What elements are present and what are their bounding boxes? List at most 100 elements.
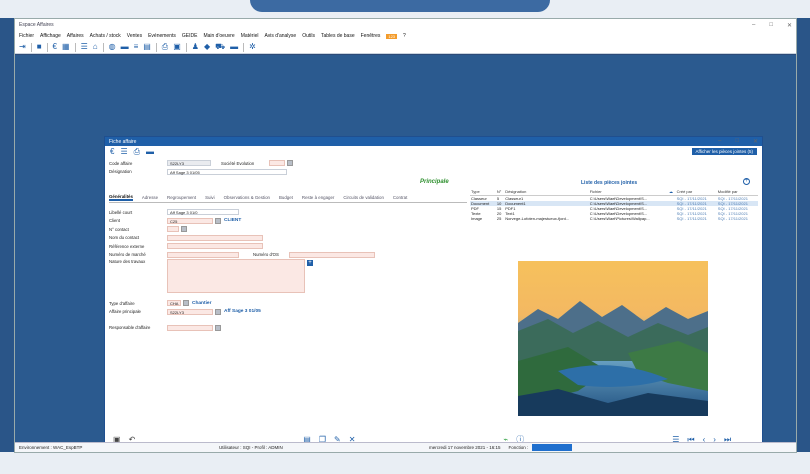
- attachment-preview-image: [518, 261, 708, 416]
- menu-badge[interactable]: 123: [386, 33, 398, 39]
- tab-circuits-validation[interactable]: Circuits de validation: [343, 195, 384, 200]
- calendar-icon[interactable]: ▦: [62, 42, 70, 52]
- add-icon[interactable]: +: [307, 260, 313, 266]
- tab-budget[interactable]: Budget: [279, 195, 293, 200]
- exit-icon[interactable]: ⇥: [19, 42, 26, 52]
- client-link[interactable]: CLIENT: [224, 218, 241, 223]
- menu-geide[interactable]: GEIDE: [182, 33, 198, 39]
- clipboard-icon[interactable]: ▣: [173, 42, 181, 52]
- contact-num-row: N° contact: [109, 225, 459, 233]
- app-title: Espace Affaires: [19, 22, 54, 28]
- list-icon[interactable]: ☰: [81, 42, 88, 52]
- ref-label: Référence externe: [109, 243, 145, 249]
- menu-main-oeuvre[interactable]: Main d'oeuvre: [203, 33, 234, 39]
- users-icon[interactable]: ♟: [192, 42, 199, 52]
- stats-icon[interactable]: ≡: [134, 42, 139, 52]
- societe-field[interactable]: [269, 160, 285, 166]
- responsable-lookup-icon[interactable]: [215, 324, 221, 331]
- maximize-button[interactable]: □: [769, 22, 773, 29]
- menu-tables-base[interactable]: Tables de base: [321, 33, 355, 39]
- societe-lookup-icon[interactable]: [287, 160, 293, 166]
- menu-ventes[interactable]: Ventes: [127, 33, 142, 39]
- add-attachment-icon[interactable]: +: [743, 178, 750, 185]
- settings-icon[interactable]: ✲: [249, 42, 256, 52]
- menu-outils[interactable]: Outils: [302, 33, 315, 39]
- type-field[interactable]: CHA: [167, 300, 181, 306]
- fiche-maximize-button[interactable]: □: [735, 138, 739, 145]
- contact-name-field[interactable]: [167, 234, 263, 241]
- nature-label: Nature des travaux: [109, 259, 146, 264]
- nature-field[interactable]: +: [167, 259, 313, 293]
- tab-adresse[interactable]: Adresse: [142, 195, 158, 200]
- type-link[interactable]: Chantier: [192, 301, 211, 306]
- client-field[interactable]: C25: [167, 217, 213, 224]
- tab-regroupement[interactable]: Regroupement: [167, 195, 196, 200]
- app-window: Espace Affaires – □ ✕ Fichier Affichage …: [14, 18, 797, 453]
- workspace: Fiche affaire – □ ✕ € ☰ ⎙ ▬ Afficher les…: [15, 55, 796, 447]
- bank-icon[interactable]: ⌂: [93, 42, 98, 52]
- affaire-principale-link[interactable]: Aff Sage 3 01/05: [224, 309, 261, 314]
- modified-cell: SQI - 17/11/2021: [717, 215, 748, 221]
- libelle-field[interactable]: Aff Sage 3 01/0: [167, 209, 239, 215]
- menu-avis-analyse[interactable]: Avis d'analyse: [264, 33, 296, 39]
- responsable-field[interactable]: [167, 324, 213, 331]
- menu-achats-stock[interactable]: Achats / stock: [90, 33, 121, 39]
- close-button[interactable]: ✕: [787, 22, 792, 29]
- toolbar-separator: [102, 42, 104, 52]
- print-icon[interactable]: ⎙: [162, 42, 168, 52]
- briefcase-icon[interactable]: ■: [37, 42, 42, 52]
- libelle-row: Libellé court Aff Sage 3 01/0: [109, 208, 459, 216]
- folder-icon[interactable]: ▬: [230, 42, 238, 52]
- contact-lookup-icon[interactable]: [181, 226, 187, 232]
- menu-evenements[interactable]: Evénements: [148, 33, 176, 39]
- tab-reste-engager[interactable]: Reste à engager: [302, 195, 334, 200]
- principale-label: Principale: [420, 179, 449, 185]
- show-attachments-button[interactable]: Afficher les pièces jointes (5): [691, 148, 757, 155]
- app-titlebar: Espace Affaires – □ ✕: [15, 19, 796, 31]
- tab-contrat[interactable]: Contrat: [393, 195, 407, 200]
- menu-materiel[interactable]: Matériel: [241, 33, 259, 39]
- fiche-window-titlebar: Fiche affaire – □ ✕: [105, 137, 762, 146]
- euro-icon[interactable]: €: [110, 147, 114, 157]
- globe-icon[interactable]: ◍: [109, 42, 116, 52]
- fiche-close-button[interactable]: ✕: [753, 138, 758, 145]
- societe-label: Société Evolution: [221, 160, 255, 166]
- ods-field[interactable]: [289, 251, 375, 258]
- code-field[interactable]: S22LY3: [167, 160, 211, 166]
- designation-field[interactable]: Aff Sage 3 01/05: [167, 168, 287, 175]
- list-icon[interactable]: ☰: [120, 147, 127, 157]
- minimize-button[interactable]: –: [752, 22, 755, 29]
- menu-fichier[interactable]: Fichier: [19, 33, 34, 39]
- cart-icon[interactable]: ⛟: [215, 42, 225, 52]
- table-row[interactable]: Image 25 Norvege-Lofoten-majestueux-fjor…: [470, 216, 758, 221]
- chat-icon[interactable]: ▬: [146, 147, 154, 157]
- affaire-principale-lookup-icon[interactable]: [215, 308, 221, 315]
- tab-observations[interactable]: Observations & Gestion: [224, 195, 270, 200]
- marche-field[interactable]: [167, 251, 239, 258]
- fiche-minimize-button[interactable]: –: [718, 138, 721, 145]
- print-icon[interactable]: ⎙: [134, 147, 140, 157]
- table-icon[interactable]: ▤: [143, 42, 151, 52]
- toolbar-separator: [185, 42, 187, 52]
- status-user: Utilisateur : SQI - Profil : ADMIN: [219, 445, 283, 450]
- nature-row: Nature des travaux +: [109, 259, 459, 297]
- tab-suivi[interactable]: Suivi: [205, 195, 215, 200]
- menu-affichage[interactable]: Affichage: [40, 33, 61, 39]
- menu-affaires[interactable]: Affaires: [67, 33, 84, 39]
- euro-icon[interactable]: €: [53, 42, 57, 52]
- menu-help[interactable]: ?: [403, 33, 406, 39]
- cloud-icon: ☁: [668, 189, 673, 195]
- designation-cell: Norvege-Lofoten-majestueux-fjord...: [505, 215, 570, 221]
- main-toolbar: ⇥ ■ € ▦ ☰ ⌂ ◍ ▬ ≡ ▤ ⎙ ▣ ♟ ◆ ⛟ ▬ ✲: [15, 41, 796, 54]
- tab-generalites[interactable]: Généralités: [109, 194, 133, 201]
- menu-fenetres[interactable]: Fenêtres: [361, 33, 381, 39]
- tag-icon[interactable]: ◆: [204, 42, 210, 52]
- chat-icon[interactable]: ▬: [121, 42, 129, 52]
- toolbar-separator: [243, 42, 245, 52]
- toolbar-separator: [46, 42, 48, 52]
- type-lookup-icon[interactable]: [183, 300, 189, 306]
- client-lookup-icon[interactable]: [215, 217, 221, 224]
- affaire-principale-field[interactable]: S22LY3: [167, 308, 213, 315]
- contact-num-field[interactable]: [167, 226, 179, 232]
- ref-field[interactable]: [167, 243, 263, 249]
